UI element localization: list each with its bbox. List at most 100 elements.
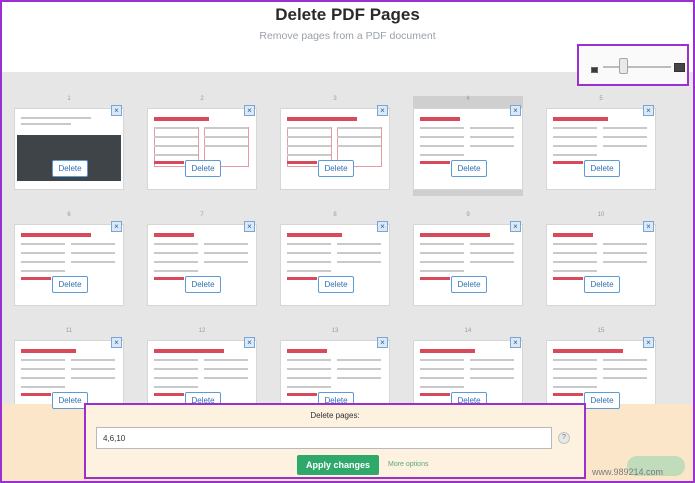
text-line — [154, 252, 198, 254]
text-line — [154, 136, 198, 138]
close-icon[interactable]: × — [643, 105, 654, 116]
text-line — [71, 359, 115, 361]
close-icon[interactable]: × — [377, 105, 388, 116]
page-title: Delete PDF Pages — [275, 5, 420, 24]
close-icon[interactable]: × — [510, 105, 521, 116]
text-line — [71, 261, 115, 263]
page-thumbnail[interactable]: 4 × Delete — [413, 96, 523, 196]
text-line — [420, 377, 464, 379]
close-icon[interactable]: × — [111, 221, 122, 232]
delete-page-button[interactable]: Delete — [584, 392, 620, 409]
delete-page-button[interactable]: Delete — [451, 160, 487, 177]
page-preview — [14, 224, 124, 306]
page-preview — [14, 108, 124, 190]
close-icon[interactable]: × — [510, 337, 521, 348]
page-number: 2 — [200, 96, 204, 102]
delete-page-button[interactable]: Delete — [52, 392, 88, 409]
delete-page-button[interactable]: Delete — [52, 160, 88, 177]
text-line — [204, 127, 248, 129]
text-line — [420, 252, 464, 254]
text-line — [21, 117, 91, 119]
close-icon[interactable]: × — [111, 105, 122, 116]
delete-page-button[interactable]: Delete — [318, 160, 354, 177]
text-line — [337, 136, 381, 138]
page-number: 3 — [333, 96, 337, 102]
heading-bar — [420, 117, 460, 121]
close-icon[interactable]: × — [377, 337, 388, 348]
zoom-slider-track[interactable] — [603, 66, 671, 68]
subheading-bar — [420, 393, 450, 396]
close-icon[interactable]: × — [643, 221, 654, 232]
page-thumbnail-grid: 1 × Delete 2 × Delete 3 × Delete 4 × Delete 5 × Delete… — [2, 72, 693, 422]
text-line — [553, 145, 597, 147]
text-line — [553, 127, 597, 129]
text-line — [420, 386, 464, 388]
delete-page-button[interactable]: Delete — [318, 276, 354, 293]
text-line — [420, 368, 464, 370]
text-line — [420, 136, 464, 138]
page-thumbnail[interactable]: 8 × Delete — [280, 212, 390, 312]
text-line — [553, 368, 597, 370]
text-line — [337, 243, 381, 245]
text-line — [553, 136, 597, 138]
text-line — [603, 359, 647, 361]
text-line — [420, 261, 464, 263]
page-thumbnail[interactable]: 6 × Delete — [14, 212, 124, 312]
text-line — [154, 261, 198, 263]
close-icon[interactable]: × — [643, 337, 654, 348]
large-image-icon[interactable] — [674, 63, 685, 72]
heading-bar — [553, 349, 623, 353]
page-thumbnail[interactable]: 1 × Delete — [14, 96, 124, 196]
help-icon[interactable]: ? — [558, 432, 570, 444]
page-thumbnail[interactable]: 2 × Delete — [147, 96, 257, 196]
page-number: 5 — [599, 96, 603, 102]
delete-page-button[interactable]: Delete — [451, 276, 487, 293]
text-line — [553, 154, 597, 156]
close-icon[interactable]: × — [244, 337, 255, 348]
text-line — [21, 243, 65, 245]
close-icon[interactable]: × — [244, 105, 255, 116]
text-line — [21, 261, 65, 263]
apply-changes-button[interactable]: Apply changes — [297, 455, 379, 475]
heading-bar — [154, 233, 194, 237]
page-thumbnail[interactable]: 7 × Delete — [147, 212, 257, 312]
small-image-icon[interactable] — [591, 67, 598, 73]
more-options-link[interactable]: More options — [388, 461, 428, 468]
page-thumbnail[interactable]: 3 × Delete — [280, 96, 390, 196]
text-line — [603, 127, 647, 129]
text-line — [553, 270, 597, 272]
text-line — [470, 243, 514, 245]
page-preview — [280, 224, 390, 306]
page-thumbnail[interactable]: 5 × Delete — [546, 96, 656, 196]
zoom-control — [577, 44, 689, 86]
subheading-bar — [420, 277, 450, 280]
delete-page-button[interactable]: Delete — [584, 276, 620, 293]
close-icon[interactable]: × — [510, 221, 521, 232]
page-number: 13 — [331, 328, 339, 334]
page-number: 7 — [200, 212, 204, 218]
text-line — [337, 377, 381, 379]
delete-page-button[interactable]: Delete — [584, 160, 620, 177]
page-thumbnail[interactable]: 10 × Delete — [546, 212, 656, 312]
heading-bar — [420, 349, 475, 353]
page-preview — [147, 224, 257, 306]
delete-page-button[interactable]: Delete — [185, 276, 221, 293]
heading-bar — [553, 233, 593, 237]
text-line — [337, 368, 381, 370]
delete-pages-input[interactable] — [96, 427, 552, 449]
close-icon[interactable]: × — [244, 221, 255, 232]
delete-page-button[interactable]: Delete — [185, 160, 221, 177]
zoom-slider-thumb[interactable] — [619, 58, 628, 74]
close-icon[interactable]: × — [111, 337, 122, 348]
page-subtitle: Remove pages from a PDF document — [259, 30, 436, 42]
text-line — [287, 261, 331, 263]
page-thumbnail[interactable]: 9 × Delete — [413, 212, 523, 312]
text-line — [287, 359, 331, 361]
subheading-bar — [154, 161, 184, 164]
text-line — [603, 252, 647, 254]
close-icon[interactable]: × — [377, 221, 388, 232]
text-line — [337, 252, 381, 254]
delete-page-button[interactable]: Delete — [52, 276, 88, 293]
heading-bar — [420, 233, 490, 237]
text-line — [287, 127, 331, 129]
